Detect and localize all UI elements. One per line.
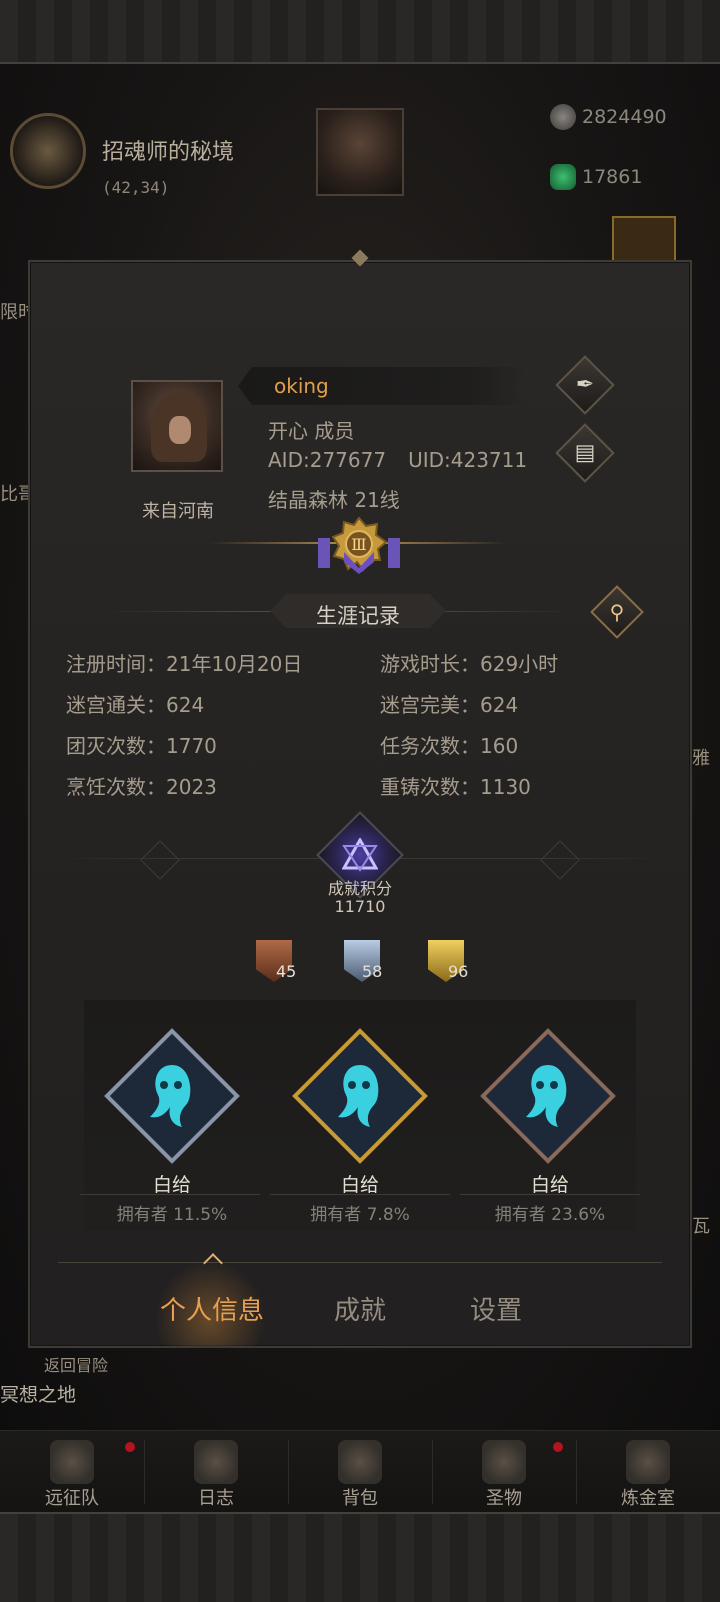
- badge-1-name: 白给: [152, 1174, 191, 1196]
- nav-bag[interactable]: 背包: [288, 1430, 432, 1514]
- stat-reforge: 重铸次数：1130: [380, 775, 531, 799]
- bottom-ornate-bar: [0, 1512, 720, 1602]
- stat-maze-perfect: 迷宫完美：624: [380, 693, 519, 717]
- relics-notification-dot: [553, 1442, 563, 1452]
- nav-expedition-label: 远征队: [45, 1488, 99, 1509]
- achievement-score: 成就积分 11710: [300, 880, 420, 916]
- top-ornate-bar: [0, 0, 720, 64]
- badge-3-name: 白给: [530, 1174, 569, 1196]
- gift-icon[interactable]: [612, 216, 676, 264]
- ghost-icon: [526, 1065, 567, 1127]
- achievement-score-label: 成就积分: [327, 879, 392, 898]
- player-aid: AID:277677: [268, 448, 387, 472]
- nav-log[interactable]: 日志: [144, 1430, 288, 1514]
- stone-value: 2824490: [582, 106, 667, 128]
- stat-play-time: 游戏时长：629小时: [380, 652, 559, 676]
- stat-quests: 任务次数：160: [380, 734, 519, 758]
- player-avatar[interactable]: [131, 380, 223, 472]
- nav-log-label: 日志: [198, 1488, 234, 1509]
- rank-ribbon-right: [388, 538, 400, 568]
- player-uid: UID:423711: [408, 448, 528, 472]
- badge-2-name: 白给: [340, 1174, 379, 1196]
- stat-register-time: 注册时间：21年10月20日: [66, 652, 303, 676]
- player-origin: 来自河南: [142, 501, 214, 522]
- alchemy-icon: [626, 1440, 670, 1484]
- tab-settings[interactable]: 设置: [426, 1290, 566, 1327]
- rank-badge-icon[interactable]: Ⅲ: [330, 516, 388, 574]
- log-notification-dot: [125, 1442, 135, 1452]
- helmet-icon: [50, 1440, 94, 1484]
- silver-medal-count: 58: [362, 962, 383, 981]
- location-coords: (42,34): [102, 178, 170, 197]
- area-name: 冥想之地: [0, 1384, 77, 1406]
- bronze-medal-count: 45: [276, 962, 297, 981]
- nav-separator: [432, 1440, 433, 1504]
- resource-gem[interactable]: 17861: [550, 164, 700, 194]
- magnifier-icon: ⚲: [609, 600, 625, 624]
- nav-bag-label: 背包: [342, 1488, 378, 1509]
- resource-stone[interactable]: 2824490: [550, 104, 700, 134]
- badge-2-owners: 拥有者 7.8%: [310, 1205, 410, 1225]
- ghost-icon: [150, 1065, 191, 1127]
- tab-profile[interactable]: 个人信息: [142, 1290, 282, 1327]
- player-ids: AID:277677 UID:423711: [268, 448, 549, 472]
- return-adventure-label[interactable]: 返回冒险: [44, 1352, 108, 1376]
- document-icon: ▤: [574, 440, 596, 466]
- stat-wipes: 团灭次数：1770: [66, 734, 217, 758]
- nav-relics-label: 圣物: [486, 1488, 522, 1509]
- nav-separator: [144, 1440, 145, 1504]
- green-gem-icon: [550, 164, 576, 190]
- gold-medal-count: 96: [448, 962, 469, 981]
- side-text-right: 雅: [692, 748, 710, 769]
- gem-value: 17861: [582, 166, 643, 188]
- player-server: 结晶森林 21线: [268, 488, 400, 512]
- career-title: 生涯记录: [316, 604, 400, 628]
- nav-alchemy-label: 炼金室: [621, 1488, 675, 1509]
- avatar-face: [169, 416, 191, 444]
- hud-portrait[interactable]: [316, 108, 404, 196]
- player-name: oking: [274, 374, 329, 398]
- nav-alchemy[interactable]: 炼金室: [576, 1430, 720, 1514]
- location-emblem-icon[interactable]: [10, 113, 86, 189]
- scroll-icon: [194, 1440, 238, 1484]
- rank-numeral: Ⅲ: [351, 535, 366, 554]
- nav-separator: [288, 1440, 289, 1504]
- stat-cooking: 烹饪次数：2023: [66, 775, 217, 799]
- achievement-score-value: 11710: [334, 897, 386, 916]
- rank-ribbon-left: [318, 538, 330, 568]
- nav-expedition[interactable]: 远征队: [0, 1430, 144, 1514]
- ghost-icon: [338, 1065, 379, 1127]
- stat-maze-clear: 迷宫通关：624: [66, 693, 205, 717]
- stone-icon: [550, 104, 576, 130]
- side-text-right-2: 瓦: [692, 1216, 710, 1237]
- location-title: 招魂师的秘境: [102, 140, 235, 165]
- quill-icon: ✒: [575, 372, 595, 398]
- triangle-emblem-icon: [342, 838, 378, 872]
- tab-divider: [58, 1262, 662, 1263]
- bag-icon: [338, 1440, 382, 1484]
- nav-separator: [576, 1440, 577, 1504]
- player-role: 开心 成员: [268, 419, 355, 443]
- badge-3-owners: 拥有者 23.6%: [494, 1205, 606, 1225]
- chalice-icon: [482, 1440, 526, 1484]
- tab-achievements[interactable]: 成就: [290, 1290, 430, 1327]
- badge-1-owners: 拥有者 11.5%: [116, 1205, 228, 1225]
